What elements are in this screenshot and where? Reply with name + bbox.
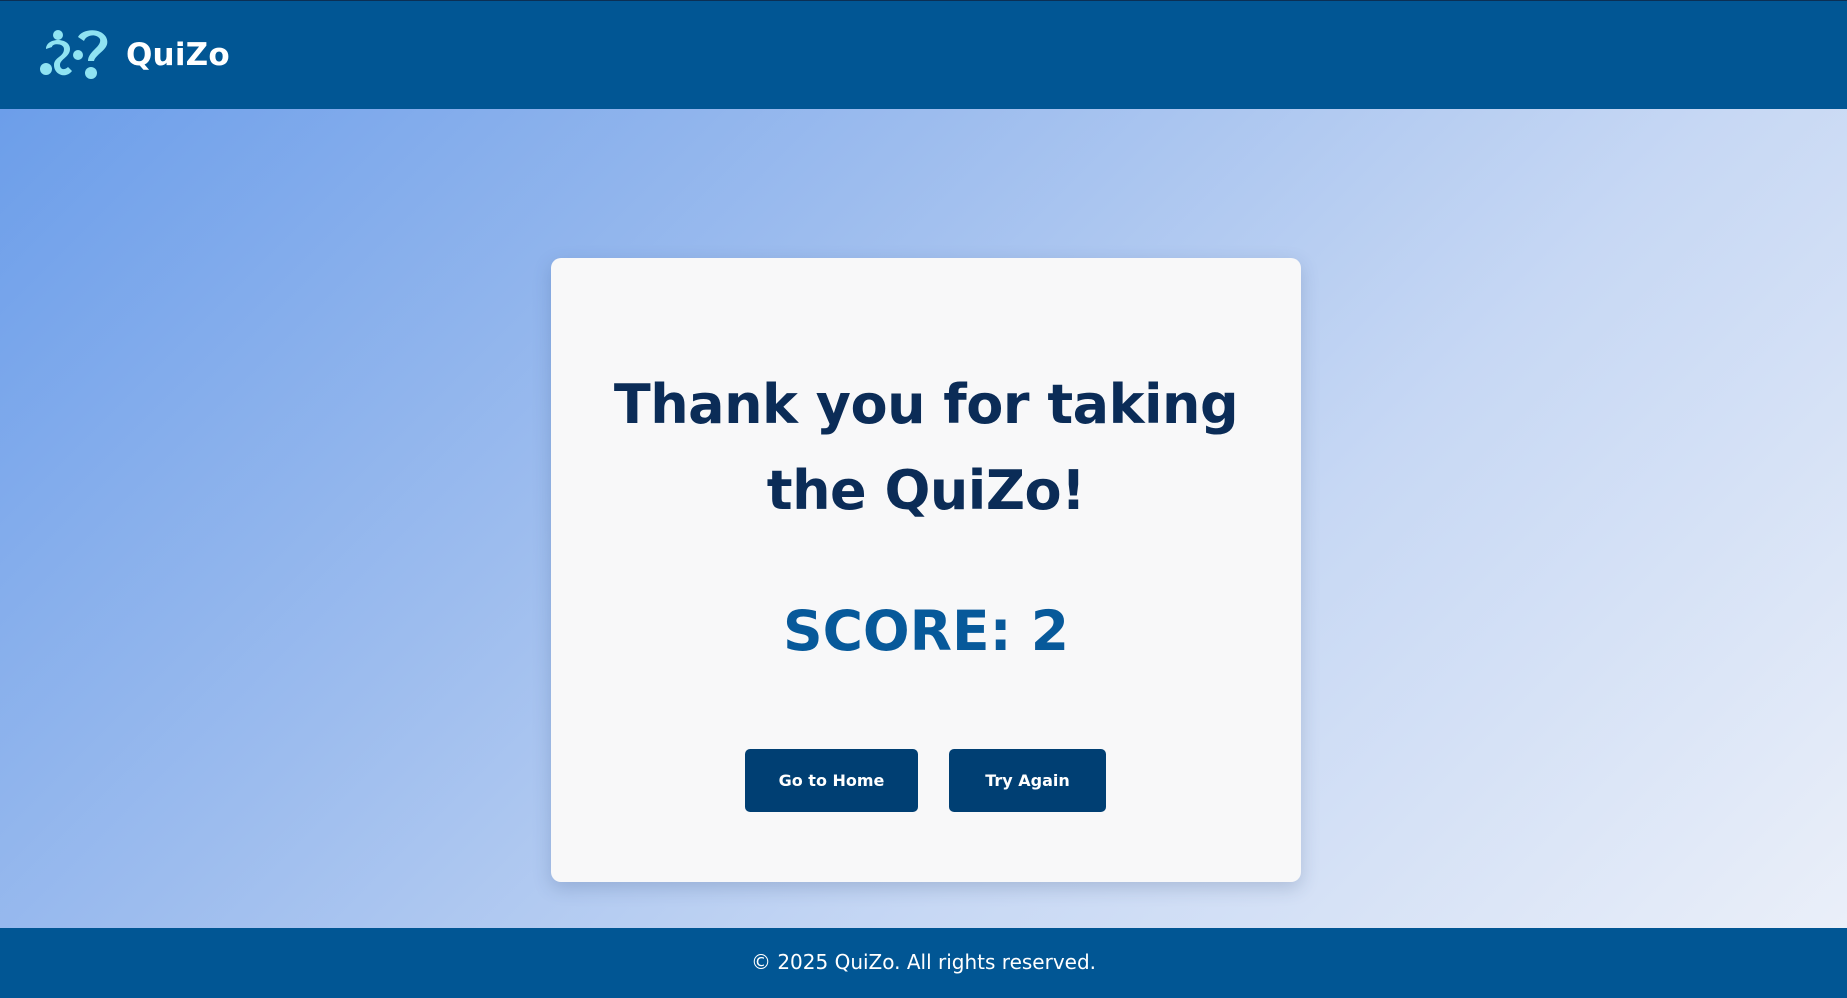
result-title-line-2: the QuiZo! bbox=[766, 459, 1086, 522]
go-to-home-button[interactable]: Go to Home bbox=[745, 749, 918, 812]
score-display: SCORE: 2 bbox=[782, 599, 1070, 663]
copyright-text: © 2025 QuiZo. All rights reserved. bbox=[750, 950, 1097, 974]
quizo-logo-icon bbox=[40, 30, 108, 79]
result-card: Thank you for taking the QuiZo! SCORE: 2 bbox=[551, 258, 1301, 882]
main-content: Thank you for taking the QuiZo! SCORE: 2 bbox=[0, 109, 1847, 928]
brand[interactable]: QuiZo bbox=[38, 27, 230, 83]
footer: © 2025 QuiZo. All rights reserved. bbox=[0, 928, 1847, 998]
result-title: Thank you for taking the QuiZo! bbox=[551, 362, 1301, 534]
try-again-button[interactable]: Try Again bbox=[949, 749, 1106, 812]
result-title-line-1: Thank you for taking bbox=[613, 373, 1239, 436]
brand-name: QuiZo bbox=[126, 37, 230, 73]
page: QuiZo Thank you for taking the QuiZo! SC… bbox=[0, 0, 1847, 998]
top-header: QuiZo bbox=[0, 0, 1847, 109]
